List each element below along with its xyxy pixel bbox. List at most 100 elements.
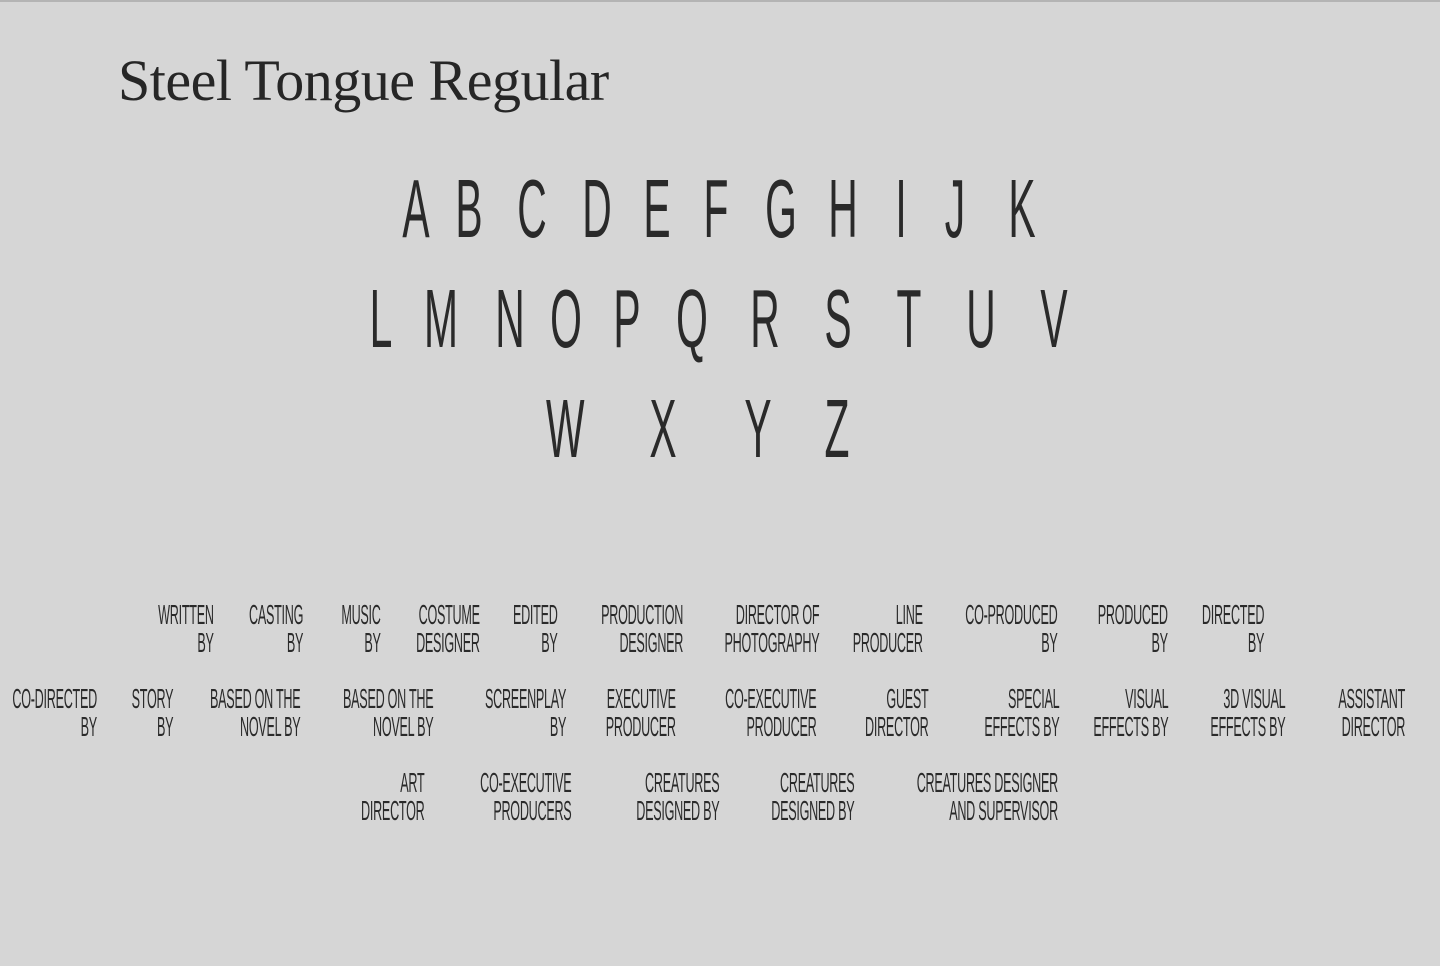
credit-line-1: EDITED xyxy=(513,598,558,630)
credit-line-1: PRODUCED xyxy=(1098,598,1168,630)
credit-line-2: BY xyxy=(1151,626,1169,658)
credit-block: CO-EXECUTIVE PRODUCER xyxy=(724,682,817,742)
credit-line-1: STORY xyxy=(131,682,173,714)
credit-block: LINE PRODUCER xyxy=(853,600,923,656)
credit-line-2: BY xyxy=(156,710,174,742)
credit-line-1: CREATURES DESIGNER xyxy=(916,766,1058,798)
credit-line-2: DESIGNED BY xyxy=(770,794,854,826)
credit-line-1: ART xyxy=(399,766,424,798)
glyph-f: F xyxy=(703,164,729,256)
credit-line-1: SCREENPLAY xyxy=(484,682,566,714)
credit-line-1: DIRECTED xyxy=(1201,598,1265,630)
credit-block: 3D VISUAL EFFECTS BY xyxy=(1210,684,1285,740)
credit-block: SPECIAL EFFECTS BY xyxy=(984,684,1059,740)
credit-block: ART DIRECTOR xyxy=(360,766,425,826)
credit-block: STORY BY xyxy=(131,684,173,740)
credit-block: CASTING BY xyxy=(249,600,303,656)
credit-line-2: PRODUCERS xyxy=(492,794,571,826)
glyph-p: P xyxy=(613,274,641,366)
glyph-u: U xyxy=(966,274,996,366)
credit-line-1: CO-DIRECTED xyxy=(12,682,97,714)
glyph-a: A xyxy=(402,164,430,256)
credit-line-2: EFFECTS BY xyxy=(983,710,1059,742)
credit-line-1: EXECUTIVE xyxy=(607,682,676,714)
credit-line-2: DESIGNER xyxy=(619,626,683,658)
glyph-b: B xyxy=(455,164,483,256)
glyph-y: Y xyxy=(744,384,772,476)
credit-line-2: PRODUCER xyxy=(606,710,676,742)
credit-block: GUEST DIRECTOR xyxy=(865,682,929,740)
credit-block: DIRECTED BY xyxy=(1201,598,1265,658)
credit-line-1: CO-EXECUTIVE xyxy=(479,766,572,798)
glyph-n: N xyxy=(495,274,525,366)
credit-block: EXECUTIVE PRODUCER xyxy=(606,684,676,740)
glyph-i: I xyxy=(895,164,907,256)
credit-block: CREATURES DESIGNED BY xyxy=(771,768,854,824)
glyph-s: S xyxy=(824,274,852,366)
credit-line-2: AND SUPERVISOR xyxy=(949,794,1058,826)
credit-line-2: BY xyxy=(549,710,567,742)
credit-line-1: BASED ON THE xyxy=(209,682,301,714)
glyph-z: Z xyxy=(824,384,850,476)
credit-block: CO-PRODUCED BY xyxy=(964,598,1058,656)
credit-line-2: DESIGNER xyxy=(416,626,480,658)
credit-block: CO-DIRECTED BY xyxy=(12,684,97,740)
credit-block: ASSISTANT DIRECTOR xyxy=(1338,684,1405,740)
credit-line-1: MUSIC xyxy=(341,598,382,630)
credit-line-1: CASTING xyxy=(248,598,303,630)
credit-line-1: ASSISTANT xyxy=(1338,682,1405,714)
credit-line-2: NOVEL BY xyxy=(239,710,301,742)
credit-line-1: BASED ON THE xyxy=(342,682,434,714)
credit-line-1: CREATURES xyxy=(644,766,720,798)
credit-line-2: EFFECTS BY xyxy=(1209,710,1285,742)
credit-line-2: PRODUCER xyxy=(853,626,923,658)
credit-line-2: DIRECTOR xyxy=(1341,710,1406,742)
glyph-w: W xyxy=(546,384,585,476)
credit-block: SCREENPLAY BY xyxy=(485,684,566,740)
credit-line-1: CREATURES xyxy=(779,766,855,798)
top-rule xyxy=(0,0,1440,2)
glyph-v: V xyxy=(1040,274,1068,366)
credit-line-1: WRITTEN xyxy=(158,598,214,630)
credit-line-2: DESIGNED BY xyxy=(635,794,719,826)
credit-block: MUSIC BY xyxy=(341,598,382,658)
credit-block: BASED ON THE NOVEL BY xyxy=(342,682,434,742)
glyph-e: E xyxy=(643,164,671,256)
credit-line-1: CO-EXECUTIVE xyxy=(724,682,817,714)
credit-line-2: DIRECTOR xyxy=(360,794,425,826)
credit-block: VISUAL EFFECTS BY xyxy=(1093,684,1168,740)
credit-line-2: PHOTOGRAPHY xyxy=(724,626,819,658)
glyph-h: H xyxy=(828,164,858,256)
glyph-q: Q xyxy=(676,274,708,366)
font-name-title: Steel Tongue Regular xyxy=(118,48,609,113)
credit-block: DIRECTOR OF PHOTOGRAPHY xyxy=(724,600,819,656)
glyph-k: K xyxy=(1008,164,1036,256)
credit-block: CREATURES DESIGNED BY xyxy=(636,768,719,824)
glyph-j: J xyxy=(944,164,966,256)
credit-line-1: GUEST xyxy=(885,682,928,714)
credit-line-1: SPECIAL xyxy=(1007,682,1060,714)
credit-line-2: BY xyxy=(1247,626,1265,658)
credit-line-1: DIRECTOR OF xyxy=(735,598,819,630)
credit-line-2: BY xyxy=(80,710,98,742)
glyph-c: C xyxy=(517,164,547,256)
credit-line-2: NOVEL BY xyxy=(372,710,434,742)
glyph-x: X xyxy=(649,384,677,476)
credit-block: CREATURES DESIGNER AND SUPERVISOR xyxy=(917,768,1058,824)
glyph-o: O xyxy=(550,274,582,366)
credit-block: COSTUME DESIGNER xyxy=(416,600,480,656)
credit-line-2: BY xyxy=(364,626,382,658)
credit-line-1: CO-PRODUCED xyxy=(964,598,1058,630)
credit-line-1: 3D VISUAL xyxy=(1222,682,1285,714)
glyph-m: M xyxy=(424,274,458,366)
credit-block: CO-EXECUTIVE PRODUCERS xyxy=(479,766,572,826)
credit-line-2: BY xyxy=(541,626,559,658)
credit-line-1: VISUAL xyxy=(1124,682,1168,714)
glyph-g: G xyxy=(765,164,797,256)
glyph-r: R xyxy=(750,274,780,366)
credit-block: PRODUCED BY xyxy=(1098,600,1168,656)
glyph-d: D xyxy=(582,164,612,256)
credit-line-1: PRODUCTION xyxy=(600,598,683,630)
credit-line-1: COSTUME xyxy=(418,598,480,630)
credit-line-2: PRODUCER xyxy=(746,710,816,742)
